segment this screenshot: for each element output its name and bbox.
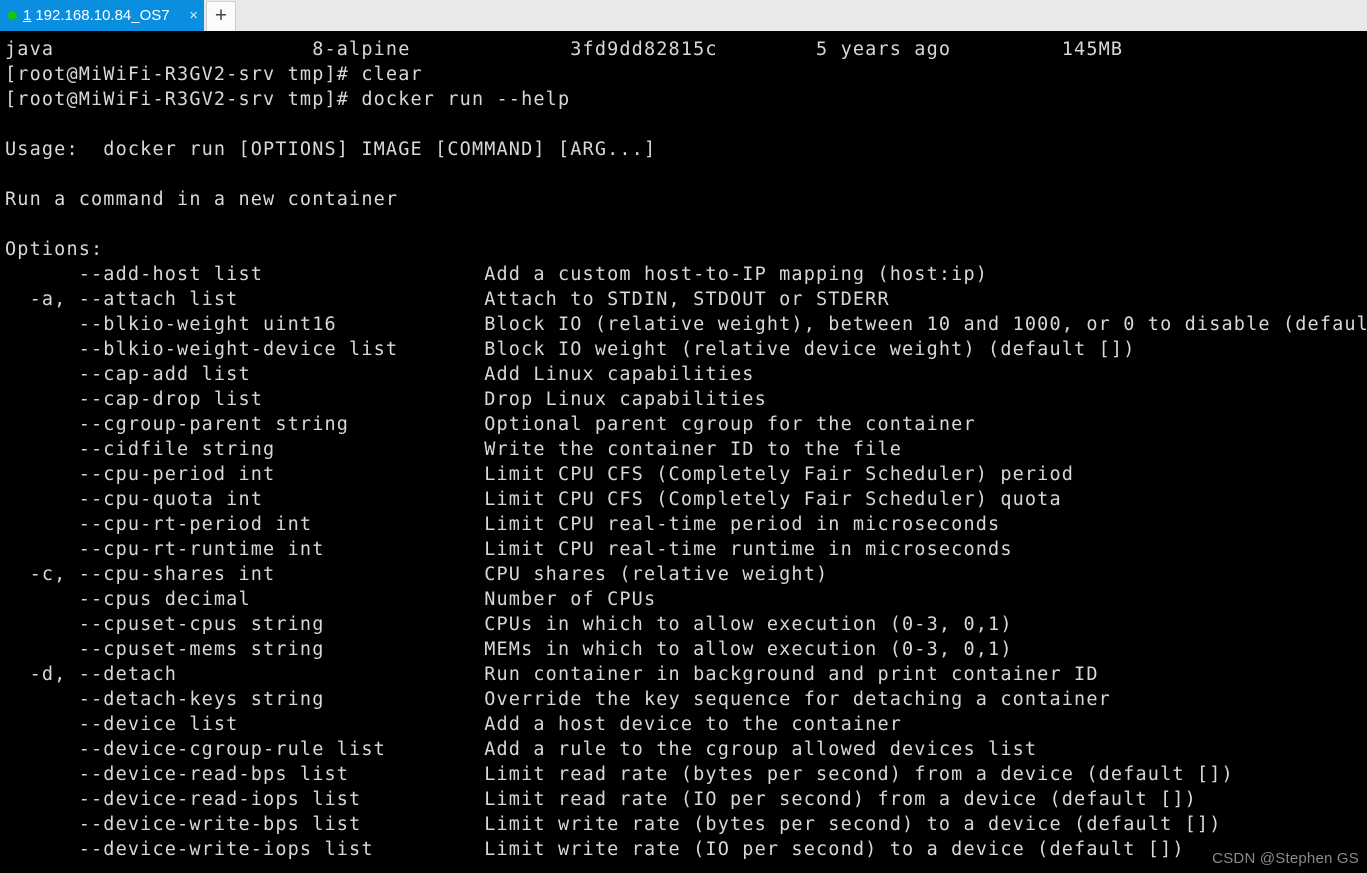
terminal-line: --device-read-bps list Limit read rate (… (5, 764, 1234, 785)
terminal-line: --cpuset-mems string MEMs in which to al… (5, 639, 1013, 660)
terminal-line: --device-write-bps list Limit write rate… (5, 814, 1222, 835)
terminal-line: [root@MiWiFi-R3GV2-srv tmp]# docker run … (5, 89, 571, 110)
terminal-line: --cidfile string Write the container ID … (5, 439, 903, 460)
terminal-line: Options: (5, 239, 104, 260)
terminal-line: -c, --cpu-shares int CPU shares (relativ… (5, 564, 829, 585)
watermark-label: CSDN @Stephen GS (1212, 850, 1359, 867)
terminal-line: Run a command in a new container (5, 189, 399, 210)
terminal-line: --cgroup-parent string Optional parent c… (5, 414, 976, 435)
terminal-line: -a, --attach list Attach to STDIN, STDOU… (5, 289, 890, 310)
terminal-line: --cpu-period int Limit CPU CFS (Complete… (5, 464, 1075, 485)
terminal-line: --cap-add list Add Linux capabilities (5, 364, 755, 385)
terminal-line: --cap-drop list Drop Linux capabilities (5, 389, 767, 410)
connection-status-dot-icon (8, 11, 17, 20)
terminal-line: --cpus decimal Number of CPUs (5, 589, 657, 610)
terminal-line: --detach-keys string Override the key se… (5, 689, 1111, 710)
terminal-line: [root@MiWiFi-R3GV2-srv tmp]# clear (5, 64, 423, 85)
terminal-line: --device list Add a host device to the c… (5, 714, 903, 735)
terminal-line: --device-read-iops list Limit read rate … (5, 789, 1197, 810)
terminal-line: --blkio-weight uint16 Block IO (relative… (5, 314, 1367, 335)
terminal-line: --cpu-quota int Limit CPU CFS (Completel… (5, 489, 1062, 510)
terminal-line: --device-write-iops list Limit write rat… (5, 839, 1185, 860)
terminal-line: -d, --detach Run container in background… (5, 664, 1099, 685)
terminal-line: --cpuset-cpus string CPUs in which to al… (5, 614, 1013, 635)
terminal-tab[interactable]: 1 192.168.10.84_OS7 × (0, 0, 204, 31)
tab-index-label: 1 (23, 7, 32, 24)
terminal-line: --cpu-rt-runtime int Limit CPU real-time… (5, 539, 1013, 560)
new-tab-button[interactable]: + (206, 1, 236, 31)
tab-bar: 1 192.168.10.84_OS7 × + (0, 0, 1367, 31)
terminal-line: --blkio-weight-device list Block IO weig… (5, 339, 1136, 360)
terminal-text-buffer: java 8-alpine 3fd9dd82815c 5 years ago 1… (5, 37, 1367, 862)
tab-title-label: 192.168.10.84_OS7 (35, 7, 170, 24)
terminal-line: --device-cgroup-rule list Add a rule to … (5, 739, 1038, 760)
terminal-line: --cpu-rt-period int Limit CPU real-time … (5, 514, 1001, 535)
terminal-line: java 8-alpine 3fd9dd82815c 5 years ago 1… (5, 39, 1124, 60)
terminal-line: Usage: docker run [OPTIONS] IMAGE [COMMA… (5, 139, 657, 160)
close-icon[interactable]: × (189, 8, 198, 23)
terminal-output-area[interactable]: java 8-alpine 3fd9dd82815c 5 years ago 1… (0, 31, 1367, 873)
terminal-line: --add-host list Add a custom host-to-IP … (5, 264, 989, 285)
